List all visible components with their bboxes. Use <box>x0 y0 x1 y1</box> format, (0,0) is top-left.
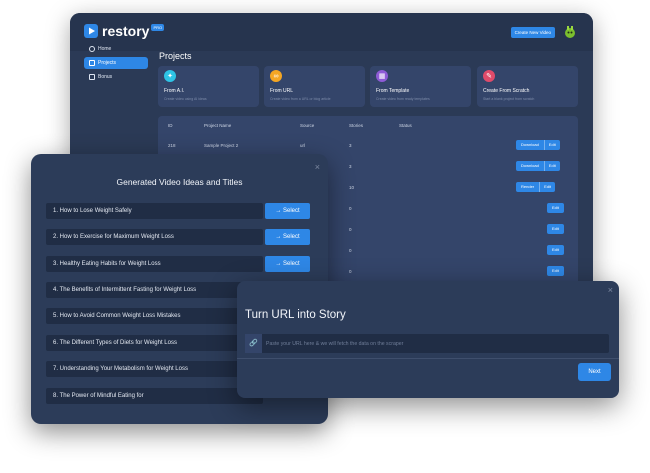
idea-item: 8. The Power of Mindful Eating for <box>46 388 263 404</box>
idea-item: 7. Understanding Your Metabolism for Wei… <box>46 361 263 377</box>
divider <box>237 358 619 359</box>
card-title: From A.I. <box>164 88 185 94</box>
gift-icon <box>89 74 95 80</box>
select-button[interactable]: → Select <box>265 256 310 272</box>
column-header-id: ID <box>168 123 173 128</box>
logo-play-icon <box>84 24 98 38</box>
modal-title: Generated Video Ideas and Titles <box>116 177 243 187</box>
edit-button[interactable]: Edit <box>547 266 564 276</box>
select-button[interactable]: → Select <box>265 229 310 245</box>
user-avatar[interactable] <box>563 25 577 39</box>
logo-text: restory <box>102 23 150 39</box>
card-title: Create From Scratch <box>483 88 530 94</box>
page-title: Projects <box>159 51 192 61</box>
card-from-template[interactable]: ▦ From Template Create video from ready … <box>370 66 471 107</box>
modal-title: Turn URL into Story <box>245 309 346 321</box>
card-title: From Template <box>376 88 410 94</box>
card-description: Create video from a URL or blog article <box>270 97 331 101</box>
edit-button[interactable]: Edit <box>547 245 564 255</box>
idea-item: 2. How to Exercise for Maximum Weight Lo… <box>46 229 263 245</box>
card-from-url[interactable]: ∞ From URL Create video from a URL or bl… <box>264 66 365 107</box>
link-icon: 🔗 <box>245 334 262 353</box>
table-cell-project-name: Sample Project 2 <box>204 143 239 148</box>
table-cell-stories: 3 <box>349 164 352 169</box>
sidebar-item-label: Projects <box>98 60 117 66</box>
table-cell-id: 218 <box>168 143 176 148</box>
table-cell-source: url <box>300 143 306 148</box>
url-input[interactable] <box>266 334 596 353</box>
template-icon: ▦ <box>376 70 388 82</box>
scratch-icon: ✎ <box>483 70 495 82</box>
download-button[interactable]: Download <box>516 140 544 150</box>
idea-item: 6. The Different Types of Diets for Weig… <box>46 335 263 351</box>
table-cell-stories: 0 <box>349 206 352 211</box>
idea-item: 4. The Benefits of Intermittent Fasting … <box>46 282 263 298</box>
select-button[interactable]: → Select <box>265 203 310 219</box>
column-header-stories: Stories <box>349 123 364 128</box>
edit-button[interactable]: Edit <box>547 203 564 213</box>
edit-button[interactable]: Edit <box>539 182 555 192</box>
link-icon: ∞ <box>270 70 282 82</box>
render-button[interactable]: Render <box>516 182 539 192</box>
idea-item: 1. How to Lose Weight Safely <box>46 203 263 219</box>
folder-icon <box>89 60 95 66</box>
row-actions: Download Edit <box>516 140 560 150</box>
table-cell-stories: 3 <box>349 143 352 148</box>
card-title: From URL <box>270 88 294 94</box>
sidebar-item-projects[interactable]: Projects <box>84 57 148 69</box>
sidebar-item-home[interactable]: Home <box>84 43 148 55</box>
logo[interactable]: restory PRO <box>84 23 165 39</box>
url-input-group: 🔗 <box>245 334 609 353</box>
sidebar-item-bonus[interactable]: Bonus <box>84 71 148 83</box>
card-description: Create video using AI ideas <box>164 97 207 101</box>
table-cell-stories: 10 <box>349 185 355 190</box>
download-button[interactable]: Download <box>516 161 544 171</box>
edit-button[interactable]: Edit <box>543 140 560 150</box>
row-actions: Render Edit <box>516 182 556 192</box>
column-header-project-name: Project Name <box>204 123 232 128</box>
sidebar-item-label: Bonus <box>98 74 113 80</box>
close-icon[interactable]: × <box>315 162 320 172</box>
table-cell-stories: 0 <box>349 227 352 232</box>
card-description: Create video from ready templates <box>376 97 430 101</box>
idea-item: 3. Healthy Eating Habits for Weight Loss <box>46 256 263 272</box>
next-button[interactable]: Next <box>578 363 611 381</box>
sidebar-item-label: Home <box>98 46 112 52</box>
table-cell-stories: 0 <box>349 269 352 274</box>
logo-badge: PRO <box>151 23 165 31</box>
edit-button[interactable]: Edit <box>543 161 560 171</box>
ai-icon: ✦ <box>164 70 176 82</box>
url-to-story-modal: × Turn URL into Story 🔗 Next <box>237 281 619 398</box>
card-description: Start a blank project from scratch <box>483 97 535 101</box>
home-icon <box>89 46 95 52</box>
table-cell-stories: 0 <box>349 248 352 253</box>
column-header-source: Source <box>300 123 315 128</box>
close-icon[interactable]: × <box>608 285 613 295</box>
idea-item: 5. How to Avoid Common Weight Loss Mista… <box>46 308 263 324</box>
card-create-from-scratch[interactable]: ✎ Create From Scratch Start a blank proj… <box>477 66 578 107</box>
column-header-status: Status <box>399 123 412 128</box>
create-new-video-button[interactable]: Create New Video <box>510 27 555 38</box>
edit-button[interactable]: Edit <box>547 224 564 234</box>
row-actions: Download Edit <box>516 161 560 171</box>
card-from-ai[interactable]: ✦ From A.I. Create video using AI ideas <box>158 66 259 107</box>
